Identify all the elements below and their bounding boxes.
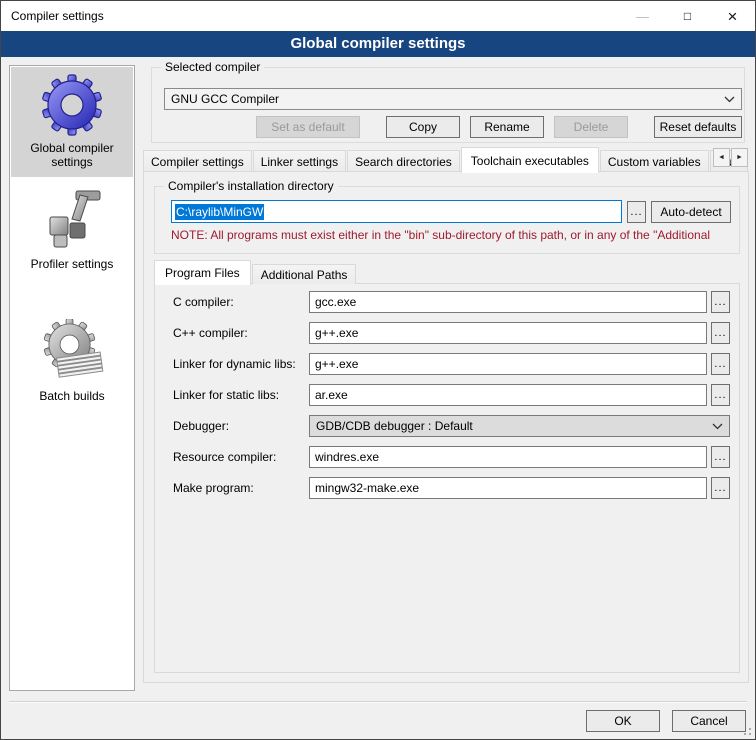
window-title: Compiler settings — [1, 9, 620, 23]
rename-button[interactable]: Rename — [470, 116, 544, 138]
arrow-right-icon: ► — [736, 154, 743, 161]
group-legend: Compiler's installation directory — [164, 179, 338, 193]
copy-button[interactable]: Copy — [386, 116, 460, 138]
sidebar-item-label: Global compiler settings — [13, 141, 131, 169]
field-label: Make program: — [173, 481, 309, 495]
selected-compiler-value: GNU GCC Compiler — [171, 92, 720, 106]
c-compiler-input[interactable] — [309, 291, 707, 313]
sidebar-item-profiler-settings[interactable]: Profiler settings — [11, 179, 133, 279]
cpp-compiler-row: C++ compiler: ... — [173, 322, 730, 344]
maximize-icon: □ — [684, 10, 691, 22]
compiler-buttons-row: Set as default Copy Rename Delete Reset … — [152, 116, 742, 138]
resource-compiler-input[interactable] — [309, 446, 707, 468]
batch-builds-icon — [40, 319, 104, 385]
page-title: Global compiler settings — [1, 31, 755, 57]
tab-program-files[interactable]: Program Files — [154, 260, 251, 285]
tab-scroll-right-button[interactable]: ► — [731, 148, 748, 167]
installation-directory-group: Compiler's installation directory C:\ray… — [154, 186, 740, 254]
resize-grip[interactable] — [749, 733, 751, 735]
resource-compiler-browse-button[interactable]: ... — [711, 446, 730, 468]
make-program-input[interactable] — [309, 477, 707, 499]
group-legend: Selected compiler — [161, 60, 264, 74]
profiler-icon — [40, 185, 104, 253]
static-linker-row: Linker for static libs: ... — [173, 384, 730, 406]
field-label: C compiler: — [173, 295, 309, 309]
program-files-tab-strip: Program Files Additional Paths — [154, 259, 357, 284]
cancel-button[interactable]: Cancel — [672, 710, 746, 732]
debugger-value: GDB/CDB debugger : Default — [316, 419, 708, 433]
delete-button[interactable]: Delete — [554, 116, 628, 138]
dialog-content: Global compiler settings — [1, 57, 755, 739]
field-label: Linker for dynamic libs: — [173, 357, 309, 371]
auto-detect-button[interactable]: Auto-detect — [651, 201, 731, 223]
resource-compiler-row: Resource compiler: ... — [173, 446, 730, 468]
install-dir-browse-button[interactable]: ... — [627, 201, 646, 223]
make-program-row: Make program: ... — [173, 477, 730, 499]
tab-toolchain-executables[interactable]: Toolchain executables — [461, 147, 599, 173]
field-label: Debugger: — [173, 419, 309, 433]
debugger-dropdown[interactable]: GDB/CDB debugger : Default — [309, 415, 730, 437]
install-dir-selected-text: C:\raylib\MinGW — [175, 204, 264, 220]
debugger-row: Debugger: GDB/CDB debugger : Default — [173, 415, 730, 437]
static-linker-browse-button[interactable]: ... — [711, 384, 730, 406]
field-label: Resource compiler: — [173, 450, 309, 464]
tab-search-directories[interactable]: Search directories — [347, 150, 460, 172]
close-button[interactable]: × — [710, 1, 755, 31]
sidebar-item-label: Profiler settings — [13, 257, 131, 271]
ok-button[interactable]: OK — [586, 710, 660, 732]
bin-subdirectory-note: NOTE: All programs must exist either in … — [171, 228, 737, 242]
installation-directory-row: C:\raylib\MinGW ... Auto-detect — [171, 200, 731, 223]
maximize-button[interactable]: □ — [665, 1, 710, 31]
reset-defaults-button[interactable]: Reset defaults — [654, 116, 742, 138]
footer-divider — [9, 701, 747, 703]
chevron-down-icon — [712, 423, 723, 430]
cpp-compiler-browse-button[interactable]: ... — [711, 322, 730, 344]
c-compiler-browse-button[interactable]: ... — [711, 291, 730, 313]
tab-linker-settings[interactable]: Linker settings — [253, 150, 346, 172]
tab-custom-variables[interactable]: Custom variables — [600, 150, 709, 172]
minimize-icon: — — [636, 10, 649, 23]
close-icon: × — [728, 8, 738, 25]
sidebar-item-global-compiler-settings[interactable]: Global compiler settings — [11, 67, 133, 177]
tab-scroll-buttons: ◄ ► — [712, 148, 748, 167]
tab-compiler-settings[interactable]: Compiler settings — [143, 150, 252, 172]
program-files-panel: C compiler: ... C++ compiler: ... Linker… — [154, 283, 740, 673]
blue-gear-icon — [40, 73, 104, 137]
minimize-button[interactable]: — — [620, 1, 665, 31]
selected-compiler-group: Selected compiler GNU GCC Compiler Set a… — [151, 67, 745, 143]
install-dir-input[interactable]: C:\raylib\MinGW — [171, 200, 622, 223]
title-bar: Compiler settings — □ × — [1, 1, 755, 31]
set-as-default-button[interactable]: Set as default — [256, 116, 360, 138]
chevron-down-icon — [724, 96, 735, 103]
compiler-settings-dialog: Compiler settings — □ × Global compiler … — [0, 0, 756, 740]
dynamic-linker-browse-button[interactable]: ... — [711, 353, 730, 375]
tab-scroll-left-button[interactable]: ◄ — [713, 148, 730, 167]
settings-category-list: Global compiler settings — [9, 65, 135, 691]
tab-additional-paths[interactable]: Additional Paths — [252, 264, 357, 284]
dynamic-linker-row: Linker for dynamic libs: ... — [173, 353, 730, 375]
c-compiler-row: C compiler: ... — [173, 291, 730, 313]
static-linker-input[interactable] — [309, 384, 707, 406]
cpp-compiler-input[interactable] — [309, 322, 707, 344]
field-label: C++ compiler: — [173, 326, 309, 340]
field-label: Linker for static libs: — [173, 388, 309, 402]
settings-tab-strip: Compiler settings Linker settings Search… — [143, 147, 749, 172]
dynamic-linker-input[interactable] — [309, 353, 707, 375]
selected-compiler-dropdown[interactable]: GNU GCC Compiler — [164, 88, 742, 110]
sidebar-item-label: Batch builds — [13, 389, 131, 403]
arrow-left-icon: ◄ — [718, 154, 725, 161]
make-program-browse-button[interactable]: ... — [711, 477, 730, 499]
sidebar-item-batch-builds[interactable]: Batch builds — [11, 313, 133, 411]
toolchain-executables-page: Compiler's installation directory C:\ray… — [143, 171, 749, 683]
